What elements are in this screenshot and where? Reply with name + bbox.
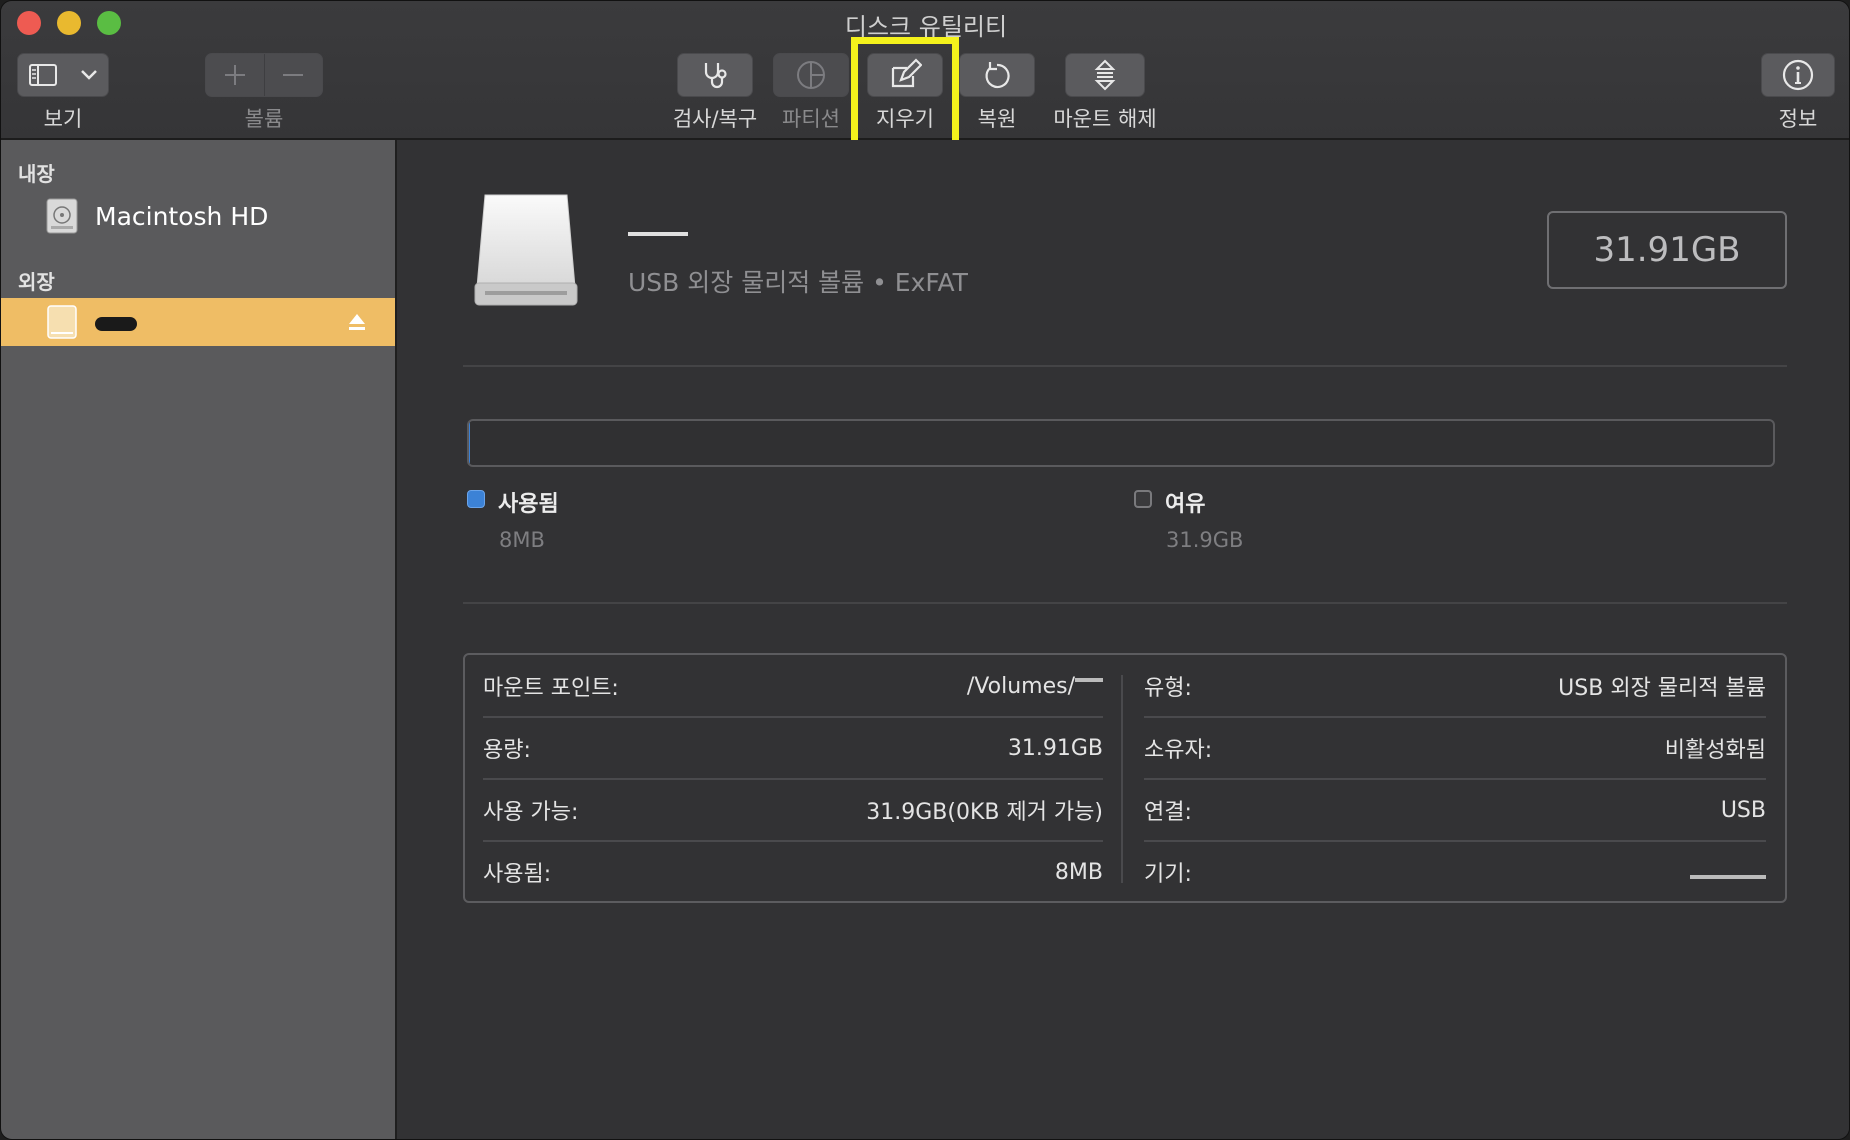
info-row-capacity: 용량: 31.91GB — [483, 717, 1103, 779]
info-value: 비활성화됨 — [1664, 738, 1766, 763]
info-key: 사용됨: — [483, 862, 552, 887]
unmount-label: 마운트 해제 — [1053, 107, 1157, 131]
partition-pie-icon — [797, 61, 825, 89]
unmount-icon — [1094, 59, 1116, 91]
external-disk-icon — [47, 305, 77, 339]
free-legend-value: 31.9GB — [1166, 528, 1244, 552]
volume-description: USB 외장 물리적 볼륨 • ExFAT — [628, 268, 968, 297]
info-row-available: 사용 가능: 31.9GB(0KB 제거 가능) — [483, 779, 1103, 841]
usage-bar — [467, 419, 1775, 467]
toolbar: 디스크 유틸리티 보기 볼륨 검사/복구 파티션 지우기 복원 마운트 해제 정… — [1, 1, 1849, 153]
info-button[interactable] — [1761, 53, 1835, 97]
info-column-divider — [1121, 675, 1123, 883]
info-row-device: 기기: — [1144, 841, 1766, 903]
unmount-button[interactable] — [1065, 53, 1145, 97]
partition-label: 파티션 — [782, 107, 840, 131]
sidebar-item-label-redacted — [95, 308, 137, 337]
minus-icon — [283, 74, 304, 76]
restore-arrow-icon — [985, 62, 1010, 89]
erase-pencil-icon — [891, 58, 922, 88]
info-row-used: 사용됨: 8MB — [483, 841, 1103, 903]
plus-icon — [224, 65, 245, 85]
divider — [463, 602, 1787, 604]
first-aid-button[interactable] — [677, 53, 753, 97]
partition-button[interactable] — [773, 53, 849, 97]
info-key: 사용 가능: — [483, 800, 579, 825]
internal-disk-icon — [46, 198, 78, 234]
info-value: 31.91GB — [1007, 735, 1103, 761]
volume-buttons — [205, 53, 323, 97]
view-label: 보기 — [43, 107, 83, 131]
main-pane — [398, 140, 1849, 1139]
sidebar-section-external: 외장 — [18, 270, 55, 294]
info-key: 용량: — [483, 738, 531, 763]
info-value: /Volumes/ — [967, 674, 1103, 699]
restore-label: 복원 — [977, 107, 1017, 131]
view-button[interactable] — [17, 53, 109, 97]
sidebar-item-usb-volume[interactable] — [1, 298, 395, 346]
first-aid-label: 검사/복구 — [672, 107, 758, 131]
info-key: 마운트 포인트: — [483, 676, 619, 701]
free-legend-title: 여유 — [1165, 492, 1206, 517]
info-row-mount-point: 마운트 포인트: /Volumes/ — [483, 655, 1103, 717]
sidebar-item-label: Macintosh HD — [95, 201, 269, 231]
info-row-type: 유형: USB 외장 물리적 볼륨 — [1144, 655, 1766, 717]
volume-name-redacted — [628, 213, 688, 243]
info-value: USB — [1720, 797, 1766, 823]
sidebar-section-internal: 내장 — [18, 162, 55, 186]
used-legend-title: 사용됨 — [498, 492, 559, 517]
info-value: 31.9GB(0KB 제거 가능) — [866, 800, 1103, 825]
redacted-name — [95, 316, 137, 331]
sidebar: 내장 Macintosh HD 외장 — [1, 140, 397, 1139]
erase-label: 지우기 — [876, 107, 934, 131]
stethoscope-icon — [704, 63, 727, 89]
info-value: USB 외장 물리적 볼륨 — [1558, 676, 1766, 701]
info-icon — [1782, 59, 1814, 91]
capacity-badge: 31.91GB — [1547, 211, 1787, 289]
restore-button[interactable] — [959, 53, 1035, 97]
info-key: 소유자: — [1144, 738, 1213, 763]
info-value-redacted — [1690, 860, 1766, 885]
remove-volume-button[interactable] — [265, 54, 323, 96]
erase-button[interactable] — [867, 53, 943, 97]
info-value: 8MB — [1054, 859, 1103, 885]
sidebar-icon — [29, 64, 57, 86]
info-key: 유형: — [1144, 676, 1192, 701]
info-row-connection: 연결: USB — [1144, 779, 1766, 841]
sidebar-item-macintosh-hd[interactable]: Macintosh HD — [1, 192, 395, 240]
used-legend-swatch — [467, 490, 485, 508]
info-label: 정보 — [1778, 107, 1818, 131]
disk-utility-window: 디스크 유틸리티 보기 볼륨 검사/복구 파티션 지우기 복원 마운트 해제 정… — [0, 0, 1850, 1140]
info-row-owners: 소유자: 비활성화됨 — [1144, 717, 1766, 779]
add-volume-button[interactable] — [206, 54, 265, 96]
usb-drive-icon — [474, 194, 578, 306]
eject-icon[interactable] — [347, 312, 367, 332]
divider — [463, 365, 1787, 367]
window-title: 디스크 유틸리티 — [844, 13, 1008, 41]
free-legend-swatch — [1134, 490, 1152, 508]
info-key: 연결: — [1144, 800, 1192, 825]
chevron-down-icon — [81, 70, 97, 80]
volume-label: 볼륨 — [244, 107, 284, 131]
info-key: 기기: — [1144, 862, 1192, 887]
used-legend-value: 8MB — [499, 528, 545, 552]
